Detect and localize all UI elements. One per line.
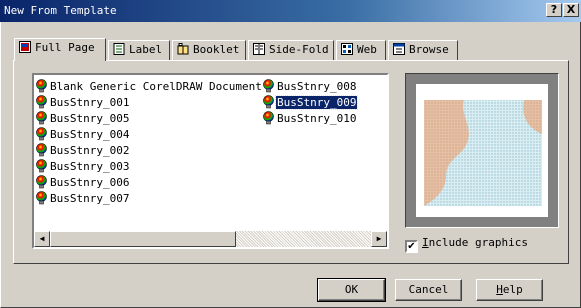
include-graphics-label: Include graphics — [422, 236, 528, 249]
horizontal-scrollbar[interactable]: ◀ ▶ — [34, 231, 387, 247]
list-item[interactable]: BusStnry_002 — [35, 143, 130, 158]
list-item-label: Blank Generic CorelDRAW Document — [50, 80, 262, 93]
list-item-label: BusStnry_001 — [50, 96, 130, 109]
booklet-icon — [177, 43, 189, 55]
tab-side-fold[interactable]: Side-Fold — [248, 40, 334, 60]
template-bulb-icon — [36, 111, 47, 125]
template-bulb-icon — [36, 127, 47, 141]
template-preview — [405, 73, 559, 228]
tab-label: Booklet — [193, 43, 240, 56]
title-bar: New From Template ? X — [0, 0, 581, 22]
list-item[interactable]: BusStnry_006 — [35, 175, 130, 190]
help-button[interactable]: Help — [476, 279, 543, 301]
template-list-items: Blank Generic CorelDRAW Document BusStnr… — [34, 75, 387, 231]
tab-web[interactable]: Web — [336, 40, 386, 60]
template-bulb-icon — [36, 95, 47, 109]
tab-browse[interactable]: Browse — [388, 40, 458, 60]
side-fold-icon — [253, 43, 265, 55]
list-item[interactable]: Blank Generic CorelDRAW Document — [35, 79, 263, 94]
scrollbar-thumb[interactable] — [50, 231, 236, 247]
template-bulb-icon — [263, 111, 274, 125]
list-item-label: BusStnry_009 — [274, 95, 359, 110]
cancel-button[interactable]: Cancel — [395, 279, 462, 301]
template-bulb-icon — [36, 175, 47, 189]
tab-label: Browse — [409, 43, 449, 56]
list-item-label: BusStnry_010 — [277, 112, 357, 125]
list-item-label: BusStnry_006 — [50, 176, 130, 189]
template-bulb-icon — [36, 143, 47, 157]
scroll-right-icon[interactable]: ▶ — [371, 231, 387, 247]
list-item-label: BusStnry_007 — [50, 192, 130, 205]
web-icon — [341, 43, 353, 55]
preview-graphic — [424, 100, 542, 206]
full-page-icon — [19, 41, 31, 53]
template-bulb-icon — [36, 79, 47, 93]
help-icon[interactable]: ? — [546, 3, 562, 17]
template-bulb-icon — [263, 95, 274, 109]
tab-booklet[interactable]: Booklet — [172, 40, 246, 60]
list-item-label: BusStnry_002 — [50, 144, 130, 157]
template-bulb-icon — [36, 159, 47, 173]
include-graphics-checkbox[interactable]: ✔ — [405, 240, 418, 253]
tab-label: Web — [357, 43, 377, 56]
tab-label-templates[interactable]: Label — [108, 40, 170, 60]
list-item-selected[interactable]: BusStnry_009 — [262, 95, 359, 110]
preview-page — [416, 84, 548, 217]
list-item-label: BusStnry_003 — [50, 160, 130, 173]
list-item-label: BusStnry_004 — [50, 128, 130, 141]
template-list[interactable]: Blank Generic CorelDRAW Document BusStnr… — [32, 73, 389, 249]
list-item[interactable]: BusStnry_008 — [262, 79, 357, 94]
tab-label: Label — [129, 43, 163, 56]
template-bulb-icon — [36, 191, 47, 205]
list-item[interactable]: BusStnry_007 — [35, 191, 130, 206]
ok-button[interactable]: OK — [317, 278, 386, 302]
include-graphics-option[interactable]: ✔ Include graphics — [405, 236, 528, 253]
list-item-label: BusStnry_008 — [277, 80, 357, 93]
tab-label: Side-Fold — [269, 43, 329, 56]
window-title: New From Template — [4, 4, 117, 17]
list-item[interactable]: BusStnry_004 — [35, 127, 130, 142]
list-item-label: BusStnry_005 — [50, 112, 130, 125]
list-item[interactable]: BusStnry_001 — [35, 95, 130, 110]
tab-label: Full Page — [35, 41, 95, 54]
label-icon — [113, 43, 125, 55]
scroll-left-icon[interactable]: ◀ — [34, 231, 50, 247]
close-icon[interactable]: X — [563, 3, 579, 17]
tab-full-page[interactable]: Full Page — [14, 38, 106, 61]
list-item[interactable]: BusStnry_010 — [262, 111, 357, 126]
browse-icon — [393, 43, 405, 55]
list-item[interactable]: BusStnry_005 — [35, 111, 130, 126]
template-bulb-icon — [263, 79, 274, 93]
list-item[interactable]: BusStnry_003 — [35, 159, 130, 174]
